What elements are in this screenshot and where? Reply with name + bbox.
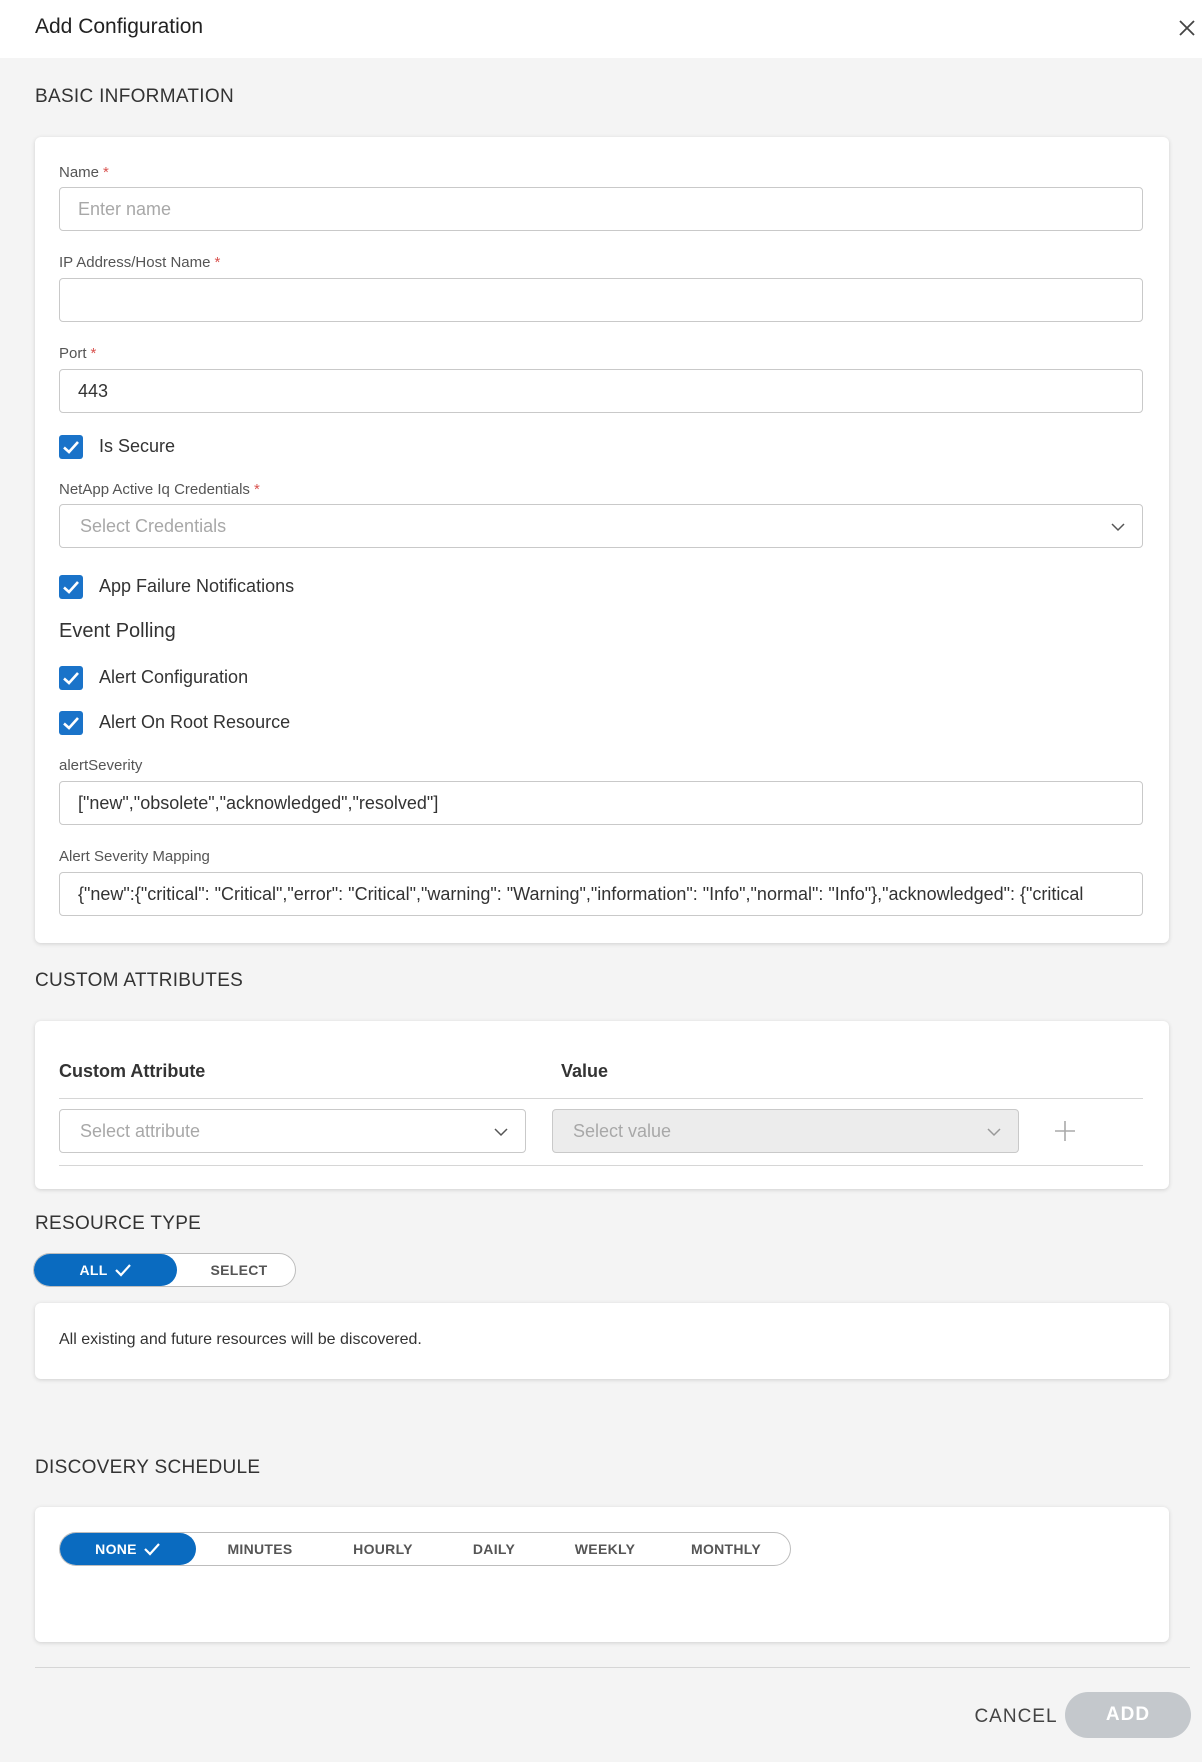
ip-label: IP Address/Host Name * — [59, 254, 221, 271]
dialog-header: Add Configuration — [0, 0, 1202, 58]
required-marker: * — [214, 254, 221, 271]
cancel-button[interactable]: CANCEL — [958, 1697, 1074, 1737]
check-icon — [114, 1264, 131, 1277]
resource-type-all-option[interactable]: ALL — [34, 1254, 177, 1286]
chevron-down-icon — [987, 1128, 1001, 1137]
required-marker: * — [90, 345, 97, 362]
schedule-toggle: NONE MINUTES HOURLY DAILY WEEKLY MONTHLY — [59, 1532, 791, 1566]
attribute-select[interactable]: Select attribute — [59, 1109, 526, 1153]
chevron-down-icon — [494, 1128, 508, 1137]
schedule-daily-option[interactable]: DAILY — [444, 1533, 544, 1565]
resource-type-heading: RESOURCE TYPE — [35, 1213, 202, 1234]
required-marker: * — [253, 481, 260, 498]
alert-root-resource-label: Alert On Root Resource — [99, 712, 291, 732]
severity-mapping-label: Alert Severity Mapping — [59, 848, 210, 865]
schedule-hourly-option[interactable]: HOURLY — [328, 1533, 438, 1565]
severity-mapping-input[interactable] — [59, 872, 1143, 916]
name-input[interactable] — [59, 187, 1143, 231]
schedule-weekly-option[interactable]: WEEKLY — [550, 1533, 660, 1565]
attribute-placeholder: Select attribute — [80, 1121, 201, 1141]
check-icon — [144, 1543, 160, 1556]
credentials-label: NetApp Active Iq Credentials * — [59, 481, 260, 498]
app-failure-label: App Failure Notifications — [99, 576, 295, 596]
discovery-schedule-heading: DISCOVERY SCHEDULE — [35, 1457, 261, 1478]
chevron-down-icon — [1111, 523, 1125, 532]
alert-severity-label: alertSeverity — [59, 757, 143, 774]
value-placeholder: Select value — [573, 1121, 672, 1141]
custom-attribute-column-header: Custom Attribute — [59, 1061, 206, 1081]
dialog-title: Add Configuration — [35, 15, 204, 38]
alert-configuration-label: Alert Configuration — [99, 667, 249, 687]
checkbox-checked-icon[interactable] — [59, 711, 83, 735]
value-select[interactable]: Select value — [552, 1109, 1019, 1153]
add-button[interactable]: ADD — [1065, 1692, 1191, 1738]
basic-information-heading: BASIC INFORMATION — [35, 86, 234, 107]
footer-divider — [35, 1667, 1190, 1668]
port-label: Port * — [59, 345, 97, 362]
ip-address-input[interactable] — [59, 278, 1143, 322]
resource-type-info-text: All existing and future resources will b… — [59, 1331, 422, 1348]
event-polling-heading: Event Polling — [59, 620, 176, 642]
row-divider — [59, 1165, 1143, 1166]
resource-type-select-option[interactable]: SELECT — [184, 1254, 294, 1286]
custom-attributes-card: Custom Attribute Value Select attribute … — [35, 1021, 1169, 1189]
required-marker: * — [103, 164, 109, 181]
value-column-header: Value — [561, 1061, 609, 1081]
checkbox-checked-icon[interactable] — [59, 575, 83, 599]
resource-type-info-card: All existing and future resources will b… — [35, 1303, 1169, 1379]
resource-type-toggle: ALL SELECT — [33, 1253, 296, 1287]
schedule-monthly-option[interactable]: MONTHLY — [666, 1533, 786, 1565]
checkbox-checked-icon[interactable] — [59, 666, 83, 690]
add-row-plus-icon[interactable] — [1054, 1120, 1076, 1142]
alert-severity-input[interactable] — [59, 781, 1143, 825]
custom-attributes-heading: CUSTOM ATTRIBUTES — [35, 970, 244, 991]
credentials-placeholder: Select Credentials — [80, 516, 227, 536]
basic-information-card: Name* IP Address/Host Name* Port* Is Sec… — [35, 137, 1169, 943]
port-input[interactable] — [59, 369, 1143, 413]
is-secure-label: Is Secure — [99, 436, 176, 456]
header-divider — [59, 1098, 1143, 1099]
close-icon[interactable] — [1174, 15, 1200, 41]
schedule-none-option[interactable]: NONE — [60, 1533, 196, 1565]
discovery-schedule-card: NONE MINUTES HOURLY DAILY WEEKLY MONTHLY — [35, 1507, 1169, 1642]
credentials-select[interactable]: Select Credentials — [59, 504, 1143, 548]
checkbox-checked-icon[interactable] — [59, 435, 83, 459]
name-label: Name * — [59, 164, 109, 181]
schedule-minutes-option[interactable]: MINUTES — [200, 1533, 320, 1565]
